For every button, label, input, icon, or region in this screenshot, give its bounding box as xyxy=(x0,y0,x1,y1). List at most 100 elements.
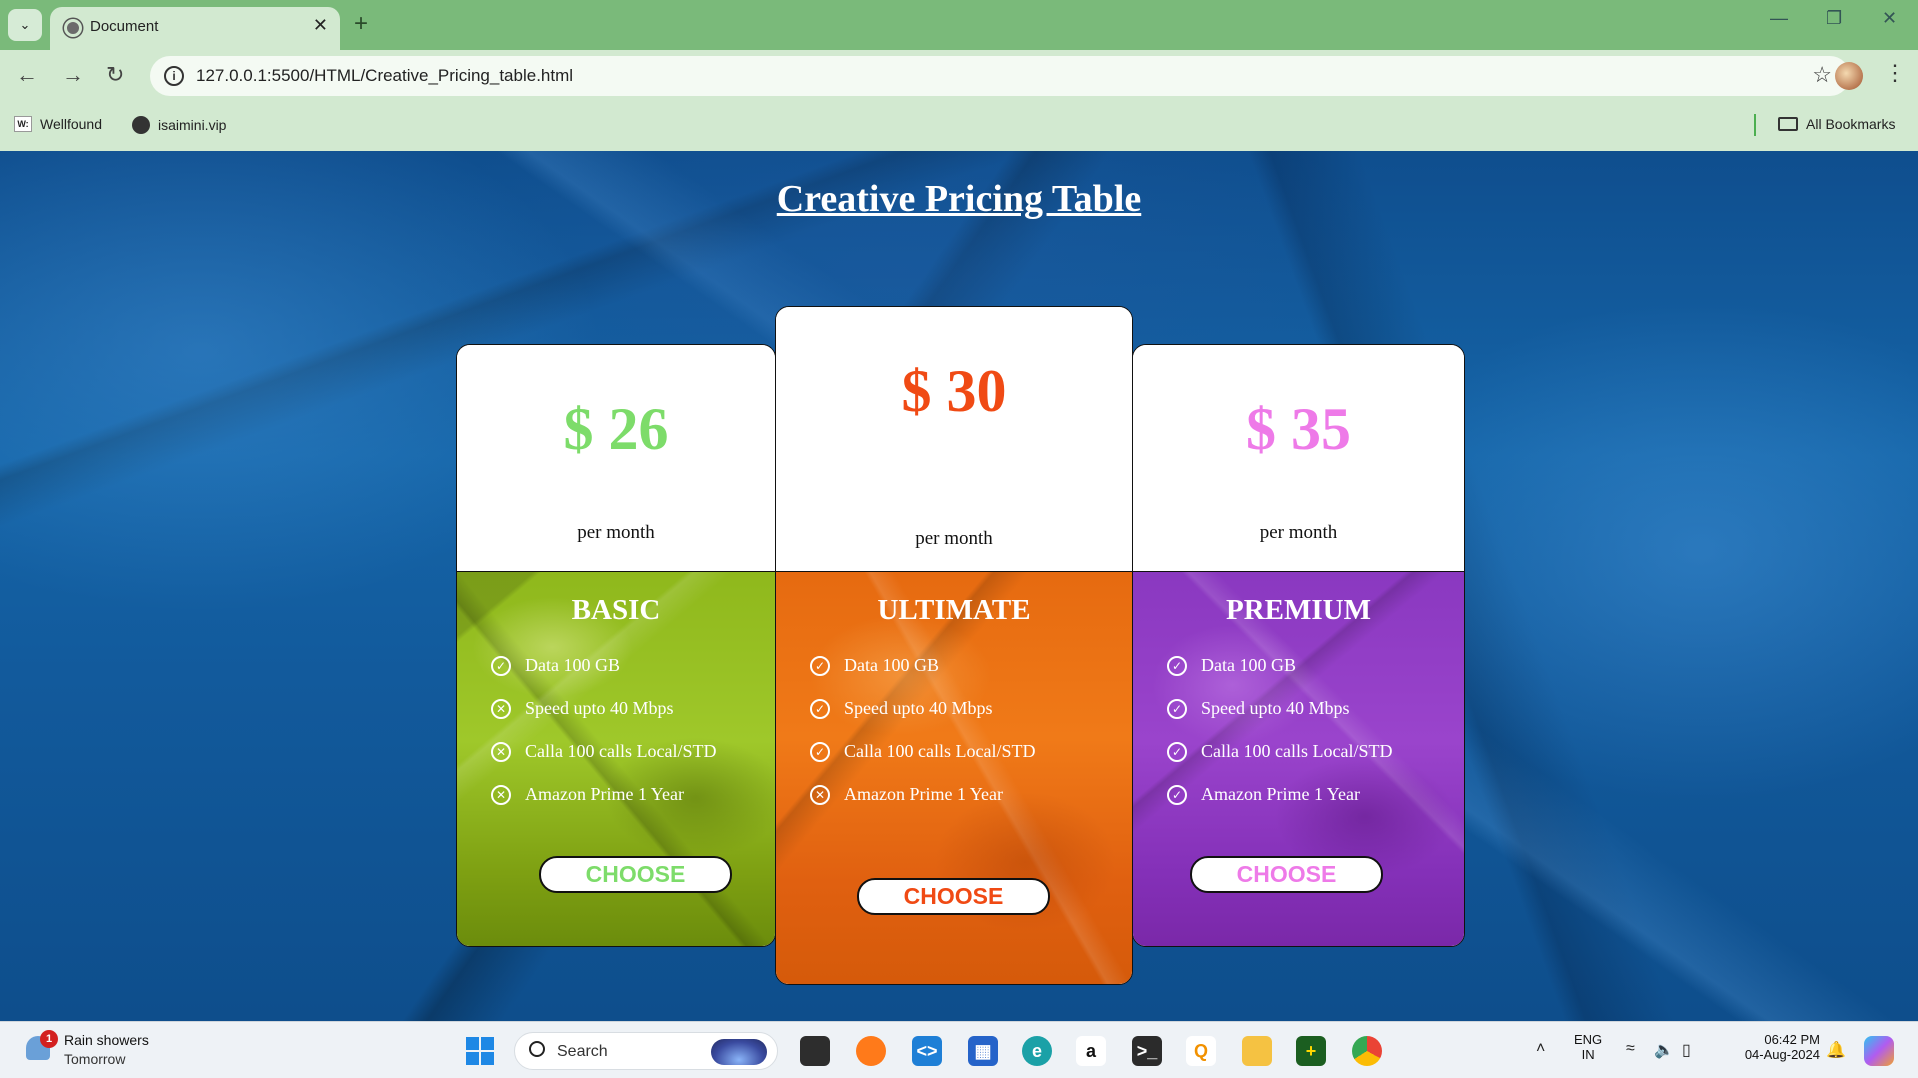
reload-icon[interactable]: ↻ xyxy=(106,62,124,88)
bookmark-star-icon[interactable]: ☆ xyxy=(1812,62,1832,88)
feature-label: Calla 100 calls Local/STD xyxy=(844,741,1036,761)
pricing-card-premium: $ 35 per month PREMIUM ✓ Data 100 GB ✓ Spe… xyxy=(1132,344,1465,947)
notification-bell-icon[interactable]: 🔔 xyxy=(1826,1040,1846,1060)
feature-item: ✓ Data 100 GB xyxy=(810,644,1035,687)
edge-icon[interactable]: e xyxy=(1022,1036,1052,1066)
page-content: Creative Pricing Table $ 26 per month BA… xyxy=(0,151,1918,1021)
feature-item: ✓ Speed upto 40 Mbps xyxy=(810,687,1035,730)
pricing-card-ultimate: $ 30 per month ULTIMATE ✓ Data 100 GB ✓ Sp… xyxy=(775,306,1133,985)
chrome-icon[interactable] xyxy=(1352,1036,1382,1066)
feature-label: Amazon Prime 1 Year xyxy=(1201,784,1360,804)
price-period: per month xyxy=(915,528,993,549)
price-period: per month xyxy=(577,522,655,543)
check-circle-icon: ✓ xyxy=(810,655,830,676)
amazon-icon[interactable]: a xyxy=(1076,1036,1106,1066)
browser-tabbar: ⌄ Document ✕ + — ❐ ✕ xyxy=(0,0,1918,50)
card-features-section: PREMIUM ✓ Data 100 GB ✓ Speed upto 40 Mbps… xyxy=(1133,572,1464,946)
copilot-icon[interactable] xyxy=(1864,1036,1894,1066)
task-view-icon[interactable] xyxy=(800,1036,830,1066)
feature-item: ✕ Amazon Prime 1 Year xyxy=(810,773,1035,816)
windows-start-icon[interactable] xyxy=(466,1037,494,1065)
language-indicator[interactable]: ENG IN xyxy=(1574,1032,1602,1062)
plan-name: PREMIUM xyxy=(1226,594,1371,626)
price: $ 26 xyxy=(563,396,669,462)
cross-circle-icon: ✕ xyxy=(810,784,830,805)
feature-label: Speed upto 40 Mbps xyxy=(1201,698,1350,718)
check-circle-icon: ✓ xyxy=(1167,784,1187,805)
terminal-icon[interactable]: >_ xyxy=(1132,1036,1162,1066)
menu-kebab-icon[interactable]: ⋮ xyxy=(1884,60,1906,86)
cross-circle-icon: ✕ xyxy=(491,784,511,805)
card-price-section: $ 26 per month xyxy=(457,345,775,572)
url-text[interactable]: 127.0.0.1:5500/HTML/Creative_Pricing_tab… xyxy=(196,66,573,86)
choose-button-basic[interactable]: CHOOSE xyxy=(539,856,732,893)
tab-title: Document xyxy=(90,18,159,35)
check-circle-icon: ✓ xyxy=(1167,698,1187,719)
feature-item: ✓ Calla 100 calls Local/STD xyxy=(810,730,1035,773)
feature-label: Calla 100 calls Local/STD xyxy=(525,741,717,761)
feature-item: ✕ Speed upto 40 Mbps xyxy=(491,687,716,730)
feature-item: ✓ Amazon Prime 1 Year xyxy=(1167,773,1392,816)
vscode-icon[interactable]: <> xyxy=(912,1036,942,1066)
feature-label: Amazon Prime 1 Year xyxy=(525,784,684,804)
wellfound-icon: W: xyxy=(14,116,32,132)
price: $ 30 xyxy=(901,358,1007,424)
profile-avatar[interactable] xyxy=(1835,62,1863,90)
globe-icon xyxy=(64,19,82,37)
check-circle-icon: ✓ xyxy=(1167,741,1187,762)
browser-tab[interactable]: Document ✕ xyxy=(50,7,340,50)
feature-item: ✓ Calla 100 calls Local/STD xyxy=(1167,730,1392,773)
forward-icon[interactable]: → xyxy=(62,62,84,88)
card-price-section: $ 35 per month xyxy=(1133,345,1464,572)
feature-item: ✕ Calla 100 calls Local/STD xyxy=(491,730,716,773)
feature-item: ✕ Amazon Prime 1 Year xyxy=(491,773,716,816)
feature-label: Speed upto 40 Mbps xyxy=(525,698,674,718)
feature-label: Calla 100 calls Local/STD xyxy=(1201,741,1393,761)
minimize-icon[interactable]: — xyxy=(1770,8,1788,29)
wifi-icon[interactable]: ≈ xyxy=(1626,1040,1635,1058)
firefox-icon[interactable] xyxy=(856,1036,886,1066)
weather-subtitle: Tomorrow xyxy=(64,1051,126,1067)
bookmark-wellfound[interactable]: W: Wellfound xyxy=(14,116,102,132)
browser-toolbar: ← → ↻ i 127.0.0.1:5500/HTML/Creative_Pri… xyxy=(0,50,1918,102)
search-label: Search xyxy=(557,1043,608,1060)
search-icon xyxy=(529,1041,545,1057)
bookmark-label: isaimini.vip xyxy=(158,117,227,133)
address-bar[interactable]: i 127.0.0.1:5500/HTML/Creative_Pricing_t… xyxy=(150,56,1850,96)
app-plus-icon[interactable]: + xyxy=(1296,1036,1326,1066)
card-features-section: ULTIMATE ✓ Data 100 GB ✓ Speed upto 40 Mbp… xyxy=(776,572,1132,984)
card-features-section: BASIC ✓ Data 100 GB ✕ Speed upto 40 Mbps ✕… xyxy=(457,572,775,946)
window-close-icon[interactable]: ✕ xyxy=(1882,8,1897,29)
price: $ 35 xyxy=(1246,396,1351,462)
new-tab-icon[interactable]: + xyxy=(354,10,368,38)
restore-icon[interactable]: ❐ xyxy=(1826,8,1842,29)
plan-name: BASIC xyxy=(571,594,661,626)
choose-button-ultimate[interactable]: CHOOSE xyxy=(857,878,1050,915)
qbittorrent-icon[interactable]: Q xyxy=(1186,1036,1216,1066)
card-price-section: $ 30 per month xyxy=(776,307,1132,572)
feature-label: Speed upto 40 Mbps xyxy=(844,698,993,718)
feature-list: ✓ Data 100 GB ✓ Speed upto 40 Mbps ✓ Calla … xyxy=(1167,644,1392,816)
clock[interactable]: 06:42 PM 04-Aug-2024 xyxy=(1720,1032,1820,1062)
taskbar-search[interactable]: Search xyxy=(514,1032,778,1070)
back-icon[interactable]: ← xyxy=(16,62,38,88)
feature-item: ✓ Data 100 GB xyxy=(1167,644,1392,687)
choose-button-premium[interactable]: CHOOSE xyxy=(1190,856,1383,893)
feature-label: Amazon Prime 1 Year xyxy=(844,784,1003,804)
cross-circle-icon: ✕ xyxy=(491,741,511,762)
bookmark-label: Wellfound xyxy=(40,116,103,132)
tab-search-button[interactable]: ⌄ xyxy=(8,9,42,41)
globe-icon xyxy=(132,116,150,134)
file-explorer-icon[interactable] xyxy=(1242,1036,1272,1066)
site-info-icon[interactable]: i xyxy=(164,66,184,86)
store-icon[interactable]: ▦ xyxy=(968,1036,998,1066)
battery-icon[interactable]: ▯ xyxy=(1682,1040,1691,1060)
close-icon[interactable]: ✕ xyxy=(313,15,328,36)
feature-label: Data 100 GB xyxy=(1201,655,1296,675)
volume-icon[interactable]: 🔈 xyxy=(1654,1040,1674,1060)
bookmark-isaimini[interactable]: isaimini.vip xyxy=(132,116,226,134)
check-circle-icon: ✓ xyxy=(1167,655,1187,676)
all-bookmarks-button[interactable]: All Bookmarks xyxy=(1778,116,1895,132)
region-code: IN xyxy=(1581,1047,1595,1062)
chevron-up-icon[interactable]: ˄ xyxy=(1536,1040,1545,1058)
